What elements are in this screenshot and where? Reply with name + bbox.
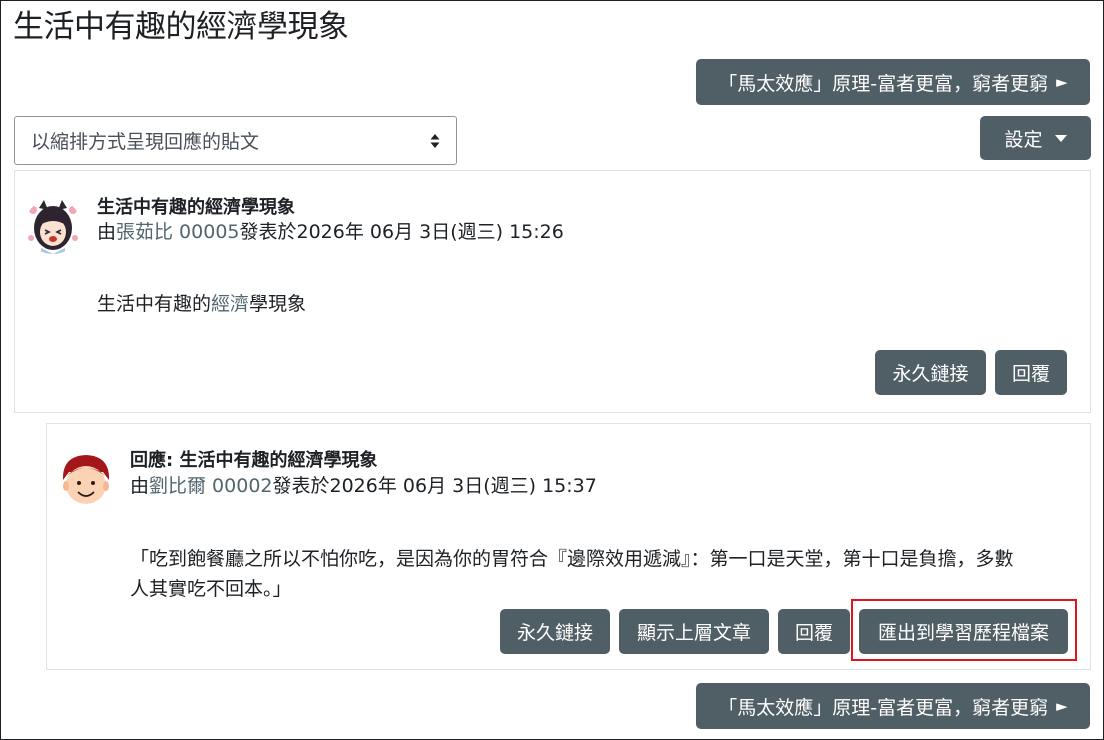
settings-button[interactable]: 設定 [980,116,1091,160]
post-content: 生活中有趣的經濟學現象 [97,289,306,319]
post-subject: 回應: 生活中有趣的經濟學現象 [130,450,378,471]
next-discussion-label: 「馬太效應」原理-富者更富，窮者更窮 [718,696,1049,719]
permalink-button[interactable]: 永久鏈接 [875,350,986,395]
post-byline: 由劉比爾 00002發表於2026年 06月 3日(週三) 15:37 [130,474,597,498]
avatar [25,198,81,254]
by-prefix: 由 [130,475,150,497]
author-link[interactable]: 張茹比 00005 [116,221,239,243]
avatar [58,450,114,506]
content-text: 生活中有趣的 [97,293,212,315]
chevron-down-icon [1054,134,1067,142]
next-discussion-label: 「馬太效應」原理-富者更富，窮者更窮 [718,72,1049,95]
display-mode-select[interactable]: 以縮排方式呈現回應的貼文 [14,116,457,165]
highlight-box [851,599,1077,661]
post-byline: 由張茹比 00005發表於2026年 06月 3日(週三) 15:26 [97,220,564,244]
page-title: 生活中有趣的經濟學現象 [13,9,349,45]
post-subject: 生活中有趣的經濟學現象 [97,197,295,218]
show-parent-button[interactable]: 顯示上層文章 [619,609,769,654]
content-line: 「吃到飽餐廳之所以不怕你吃，是因為你的胃符合『邊際效用遞減』：第一口是天堂，第十… [130,548,1014,570]
reply-button[interactable]: 回覆 [995,350,1067,395]
posted-date: 發表於2026年 06月 3日(週三) 15:37 [272,475,597,497]
glossary-keyword-link[interactable]: 經濟 [211,293,249,315]
right-arrow-icon: ► [1056,73,1068,91]
next-discussion-button-top[interactable]: 「馬太效應」原理-富者更富，窮者更窮 ► [696,59,1090,105]
next-discussion-button-bottom[interactable]: 「馬太效應」原理-富者更富，窮者更窮 ► [696,683,1090,729]
content-text: 學現象 [249,293,307,315]
settings-label: 設定 [1004,128,1043,151]
sort-caret-icon [430,134,440,148]
author-link[interactable]: 劉比爾 00002 [149,475,272,497]
post-content: 「吃到飽餐廳之所以不怕你吃，是因為你的胃符合『邊際效用遞減』：第一口是天堂，第十… [130,544,1080,604]
permalink-button[interactable]: 永久鏈接 [500,609,610,654]
right-arrow-icon: ► [1056,697,1068,715]
reply-button[interactable]: 回覆 [778,609,850,654]
posted-date: 發表於2026年 06月 3日(週三) 15:26 [239,221,564,243]
display-mode-value: 以縮排方式呈現回應的貼文 [31,131,260,153]
by-prefix: 由 [97,221,117,243]
